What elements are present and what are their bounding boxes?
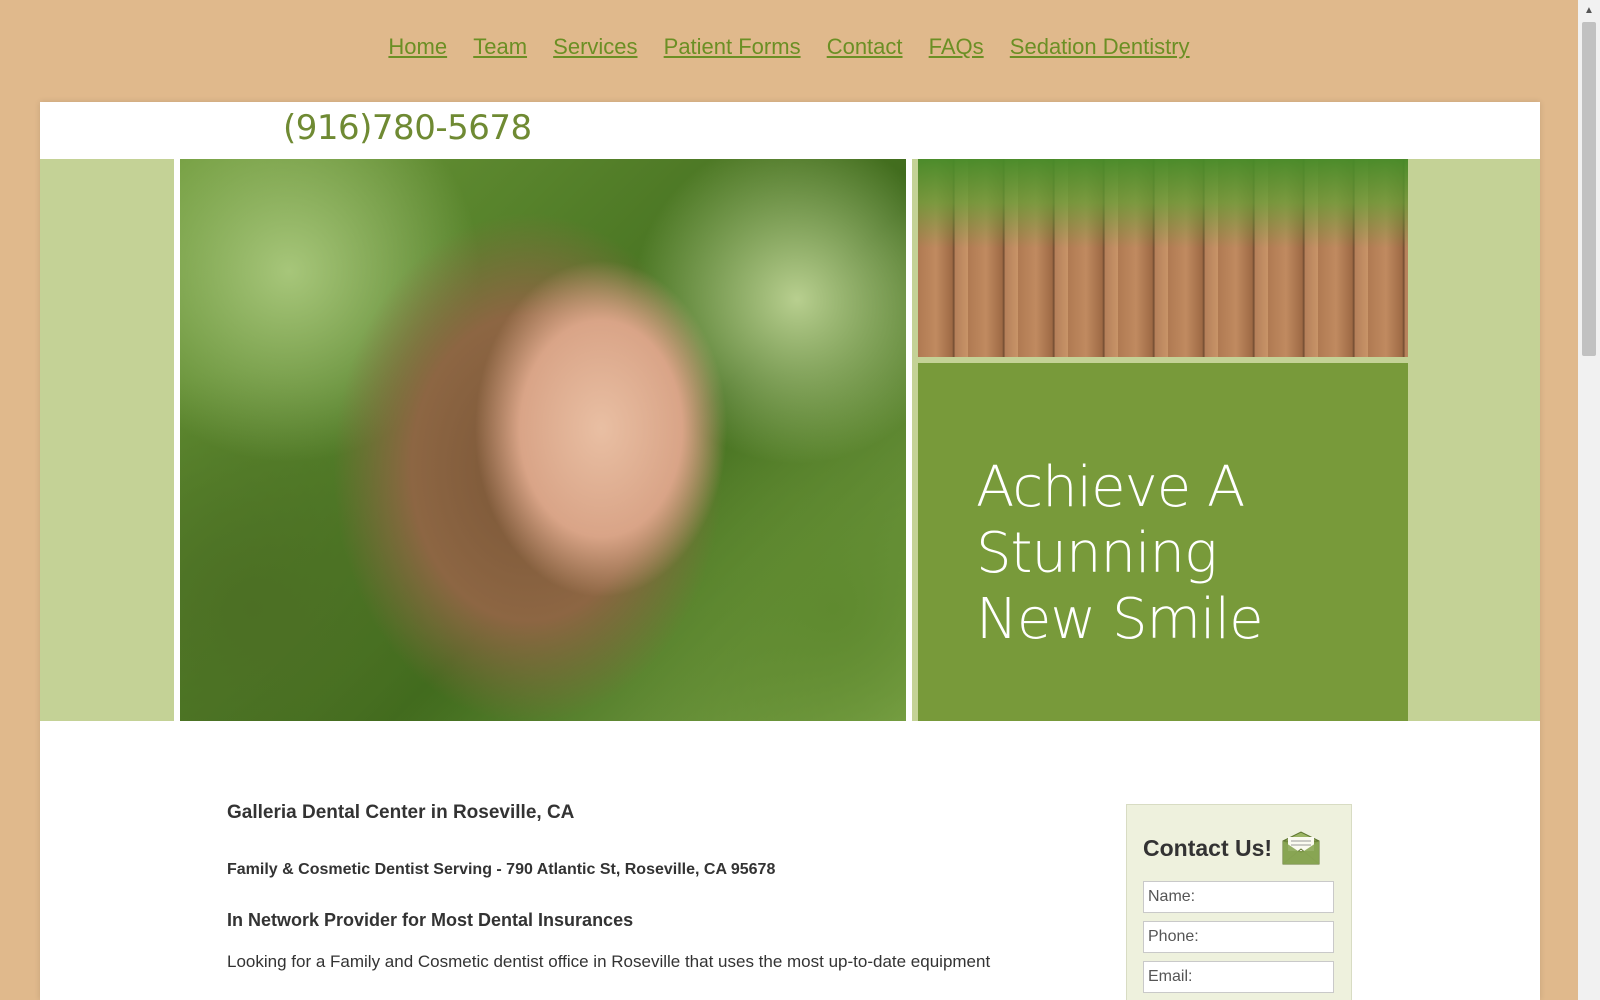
nav-home[interactable]: Home bbox=[388, 34, 447, 60]
contact-form: Contact Us! bbox=[1126, 804, 1352, 1000]
envelope-icon bbox=[1282, 831, 1320, 865]
email-field[interactable] bbox=[1143, 961, 1334, 993]
main-content: Galleria Dental Center in Roseville, CA … bbox=[227, 802, 1077, 975]
nav-team[interactable]: Team bbox=[473, 34, 527, 60]
page-subtitle: Family & Cosmetic Dentist Serving - 790 … bbox=[227, 861, 776, 878]
page-container: (916)780-5678 Achieve A Stunning New Smi… bbox=[40, 102, 1540, 1000]
contact-form-header: Contact Us! bbox=[1143, 831, 1335, 865]
insurance-heading: In Network Provider for Most Dental Insu… bbox=[227, 910, 634, 930]
hero-photo bbox=[174, 159, 912, 721]
nav-contact[interactable]: Contact bbox=[827, 34, 903, 60]
tagline-line-1: Achieve A bbox=[976, 455, 1245, 520]
nav-patient-forms[interactable]: Patient Forms bbox=[664, 34, 801, 60]
contact-form-title: Contact Us! bbox=[1143, 834, 1273, 861]
scroll-up-arrow-icon[interactable]: ▲ bbox=[1578, 0, 1600, 20]
tagline-line-3: New Smile bbox=[976, 587, 1264, 652]
hero-banner: Achieve A Stunning New Smile bbox=[40, 159, 1540, 721]
name-field[interactable] bbox=[1143, 881, 1334, 913]
nav-faqs[interactable]: FAQs bbox=[929, 34, 984, 60]
page-title: Galleria Dental Center in Roseville, CA bbox=[227, 802, 575, 823]
fence-image bbox=[918, 159, 1408, 357]
tagline-line-2: Stunning bbox=[976, 521, 1218, 586]
intro-paragraph: Looking for a Family and Cosmetic dentis… bbox=[227, 952, 991, 971]
nav-services[interactable]: Services bbox=[553, 34, 637, 60]
top-navigation: Home Team Services Patient Forms Contact… bbox=[0, 34, 1578, 60]
phone-field[interactable] bbox=[1143, 921, 1334, 953]
hero-tagline: Achieve A Stunning New Smile bbox=[918, 363, 1408, 721]
vertical-scrollbar[interactable]: ▲ bbox=[1578, 0, 1600, 1000]
scrollbar-thumb[interactable] bbox=[1582, 22, 1596, 356]
phone-number[interactable]: (916)780-5678 bbox=[283, 108, 532, 148]
nav-sedation-dentistry[interactable]: Sedation Dentistry bbox=[1010, 34, 1190, 60]
